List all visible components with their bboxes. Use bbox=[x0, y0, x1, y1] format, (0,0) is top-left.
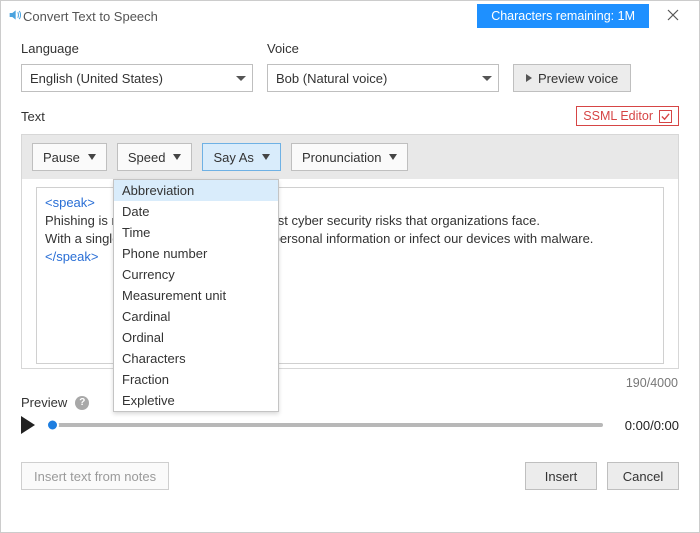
preview-label: Preview bbox=[21, 395, 67, 410]
voice-select[interactable]: Bob (Natural voice) bbox=[267, 64, 499, 92]
speed-label: Speed bbox=[128, 150, 166, 165]
triangle-down-icon bbox=[88, 154, 96, 160]
character-counter: 190/4000 bbox=[626, 376, 678, 390]
triangle-down-icon bbox=[389, 154, 397, 160]
say-as-item-phone-number[interactable]: Phone number bbox=[114, 243, 278, 264]
say-as-item-expletive[interactable]: Expletive bbox=[114, 390, 278, 411]
say-as-item-time[interactable]: Time bbox=[114, 222, 278, 243]
time-display: 0:00/0:00 bbox=[617, 418, 679, 433]
say-as-item-measurement-unit[interactable]: Measurement unit bbox=[114, 285, 278, 306]
preview-voice-label: Preview voice bbox=[538, 71, 618, 86]
editor-container: <speak> Phishing is regarded as one of t… bbox=[21, 179, 679, 369]
insert-label: Insert bbox=[545, 469, 578, 484]
language-label: Language bbox=[21, 41, 253, 56]
triangle-down-icon bbox=[173, 154, 181, 160]
titlebar: Convert Text to Speech Characters remain… bbox=[1, 1, 699, 31]
say-as-item-ordinal[interactable]: Ordinal bbox=[114, 327, 278, 348]
speak-open-tag: <speak> bbox=[45, 195, 95, 210]
cancel-label: Cancel bbox=[623, 469, 663, 484]
speed-dropdown-button[interactable]: Speed bbox=[117, 143, 193, 171]
say-as-dropdown-button[interactable]: Say As bbox=[202, 143, 280, 171]
chevron-down-icon bbox=[482, 76, 492, 81]
ssml-editor-checkbox bbox=[659, 110, 672, 123]
voice-value: Bob (Natural voice) bbox=[276, 71, 387, 86]
language-voice-row: Language English (United States) Voice B… bbox=[21, 41, 679, 92]
language-select[interactable]: English (United States) bbox=[21, 64, 253, 92]
say-as-item-fraction[interactable]: Fraction bbox=[114, 369, 278, 390]
cancel-button[interactable]: Cancel bbox=[607, 462, 679, 490]
insert-text-from-notes-button[interactable]: Insert text from notes bbox=[21, 462, 169, 490]
dialog-convert-text-to-speech: Convert Text to Speech Characters remain… bbox=[0, 0, 700, 533]
preview-voice-button[interactable]: Preview voice bbox=[513, 64, 631, 92]
insert-notes-label: Insert text from notes bbox=[34, 469, 156, 484]
language-value: English (United States) bbox=[30, 71, 163, 86]
close-button[interactable] bbox=[651, 1, 695, 31]
pause-dropdown-button[interactable]: Pause bbox=[32, 143, 107, 171]
say-as-item-characters[interactable]: Characters bbox=[114, 348, 278, 369]
ssml-editor-toggle[interactable]: SSML Editor bbox=[576, 106, 679, 126]
ssml-editor-label: SSML Editor bbox=[583, 109, 653, 123]
window-title: Convert Text to Speech bbox=[23, 9, 477, 24]
triangle-down-icon bbox=[262, 154, 270, 160]
editor-toolbar: Pause Speed Say As Pronunciation bbox=[21, 134, 679, 179]
pause-label: Pause bbox=[43, 150, 80, 165]
say-as-item-currency[interactable]: Currency bbox=[114, 264, 278, 285]
say-as-item-abbreviation[interactable]: Abbreviation bbox=[114, 180, 278, 201]
say-as-item-cardinal[interactable]: Cardinal bbox=[114, 306, 278, 327]
close-icon bbox=[667, 9, 679, 24]
help-icon[interactable]: ? bbox=[75, 396, 89, 410]
speak-close-tag: </speak> bbox=[45, 249, 99, 264]
insert-button[interactable]: Insert bbox=[525, 462, 597, 490]
chevron-down-icon bbox=[236, 76, 246, 81]
seek-slider[interactable] bbox=[49, 423, 603, 427]
audio-player: 0:00/0:00 bbox=[21, 416, 679, 434]
tts-icon bbox=[7, 7, 23, 26]
voice-label: Voice bbox=[267, 41, 499, 56]
bottom-button-row: Insert text from notes Insert Cancel bbox=[21, 462, 679, 490]
say-as-item-date[interactable]: Date bbox=[114, 201, 278, 222]
text-header-row: Text SSML Editor bbox=[21, 106, 679, 126]
pronunciation-label: Pronunciation bbox=[302, 150, 382, 165]
play-icon bbox=[21, 416, 35, 434]
play-icon bbox=[526, 74, 532, 82]
dialog-body: Language English (United States) Voice B… bbox=[1, 31, 699, 502]
text-label: Text bbox=[21, 109, 45, 124]
seek-thumb[interactable] bbox=[46, 419, 59, 432]
pronunciation-dropdown-button[interactable]: Pronunciation bbox=[291, 143, 409, 171]
say-as-menu: Abbreviation Date Time Phone number Curr… bbox=[113, 179, 279, 412]
say-as-label: Say As bbox=[213, 150, 253, 165]
characters-remaining-badge: Characters remaining: 1M bbox=[477, 4, 649, 28]
play-button[interactable] bbox=[21, 416, 35, 434]
